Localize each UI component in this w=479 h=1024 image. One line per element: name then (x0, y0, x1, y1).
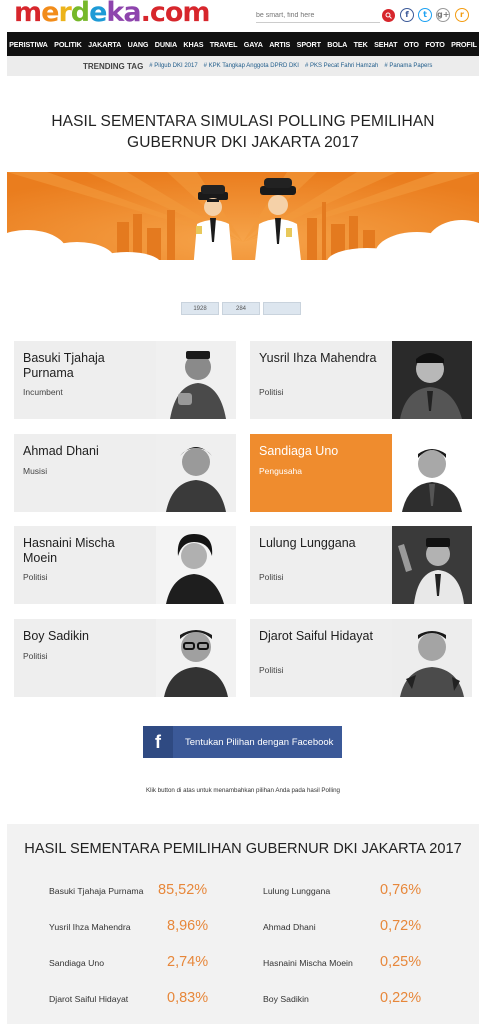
main-nav: PERISTIWA POLITIK JAKARTA UANG DUNIA KHA… (7, 32, 479, 56)
site-header: merdeka.com f t g+ r (0, 0, 479, 32)
result-percent: 0,72% (380, 918, 422, 934)
trending-tag[interactable]: # KPK Tangkap Anggota DPRD DKI (204, 63, 299, 69)
candidate-card-lulung[interactable]: Lulung Lunggana Politisi (250, 526, 472, 604)
googleplus-icon[interactable]: g+ (436, 8, 450, 22)
candidate-card-hasnaini[interactable]: Hasnaini Mischa Moein Politisi (14, 526, 236, 604)
candidate-card-ahmad-dhani[interactable]: Ahmad Dhani Musisi (14, 434, 236, 512)
candidate-role: Politisi (23, 572, 48, 582)
result-name: Lulung Lunggana (263, 886, 331, 896)
facebook-icon: f (143, 726, 173, 758)
logo-part-3: r (58, 0, 71, 28)
candidate-card-yusril[interactable]: Yusril Ihza Mahendra Politisi (250, 341, 472, 419)
logo-part-1: m (14, 0, 42, 28)
logo-part-6: ka (106, 0, 141, 28)
rss-icon[interactable]: r (455, 8, 469, 22)
facebook-icon[interactable]: f (400, 8, 414, 22)
result-name: Yusril Ihza Mahendra (49, 922, 131, 932)
facebook-vote-button[interactable]: f Tentukan Pilihan dengan Facebook (143, 726, 342, 758)
trending-tag[interactable]: # PKS Pecat Fahri Hamzah (305, 63, 378, 69)
nav-item-bola[interactable]: BOLA (324, 40, 350, 49)
logo-part-2: e (41, 0, 59, 28)
result-percent: 8,96% (167, 918, 209, 934)
result-name: Basuki Tjahaja Purnama (49, 886, 144, 896)
governor-illustration (7, 172, 479, 270)
trending-tag[interactable]: # Pilgub DKI 2017 (149, 63, 197, 69)
result-name: Sandiaga Uno (49, 958, 105, 968)
candidate-photo (392, 619, 472, 697)
results-panel: HASIL SEMENTARA PEMILIHAN GUBERNUR DKI J… (7, 824, 479, 1024)
candidate-name: Hasnaini Mischa Moein (23, 536, 115, 565)
candidate-photo (156, 341, 236, 419)
nav-item-khas[interactable]: KHAS (180, 40, 206, 49)
candidate-photo (392, 526, 472, 604)
logo-part-5: e (89, 0, 107, 28)
candidate-name: Basuki Tjahaja Purnama (23, 351, 105, 380)
nav-item-politik[interactable]: POLITIK (51, 40, 85, 49)
nav-item-dunia[interactable]: DUNIA (152, 40, 181, 49)
candidate-role: Politisi (259, 387, 284, 397)
result-percent: 85,52% (158, 882, 208, 898)
nav-item-tek[interactable]: TEK (350, 40, 370, 49)
candidate-card-sandiaga[interactable]: Sandiaga Uno Pengusaha (250, 434, 472, 512)
candidate-card-boy-sadikin[interactable]: Boy Sadikin Politisi (14, 619, 236, 697)
candidate-name: Yusril Ihza Mahendra (259, 351, 377, 365)
result-name: Boy Sadikin (263, 994, 309, 1004)
nav-item-jakarta[interactable]: JAKARTA (85, 40, 124, 49)
trending-bar: TRENDING TAG # Pilgub DKI 2017 # KPK Tan… (7, 56, 479, 76)
candidate-photo (156, 526, 236, 604)
vote-counter: 1928 (181, 302, 219, 315)
result-name: Djarot Saiful Hidayat (49, 994, 129, 1004)
search-icon (385, 12, 392, 19)
nav-item-artis[interactable]: ARTIS (266, 40, 293, 49)
nav-item-uang[interactable]: UANG (124, 40, 151, 49)
candidate-card-djarot[interactable]: Djarot Saiful Hidayat Politisi (250, 619, 472, 697)
candidate-photo (392, 434, 472, 512)
nav-item-travel[interactable]: TRAVEL (207, 40, 241, 49)
candidate-role: Politisi (259, 665, 284, 675)
twitter-icon[interactable]: t (418, 8, 432, 22)
results-title: HASIL SEMENTARA PEMILIHAN GUBERNUR DKI J… (24, 841, 462, 857)
candidate-card-basuki[interactable]: Basuki Tjahaja Purnama Incumbent (14, 341, 236, 419)
result-percent: 0,25% (380, 954, 422, 970)
candidate-photo (156, 619, 236, 697)
candidate-role: Musisi (23, 466, 48, 476)
nav-item-profil[interactable]: PROFIL (448, 40, 479, 49)
nav-item-sport[interactable]: SPORT (293, 40, 324, 49)
result-percent: 0,22% (380, 990, 422, 1006)
candidate-role: Incumbent (23, 387, 63, 397)
nav-item-gaya[interactable]: GAYA (241, 40, 266, 49)
candidate-role: Pengusaha (259, 466, 303, 476)
search-button[interactable] (382, 9, 395, 22)
candidate-name: Lulung Lunggana (259, 536, 356, 550)
search-input[interactable] (256, 9, 380, 23)
candidate-photo (156, 434, 236, 512)
trending-tag[interactable]: # Panama Papers (384, 63, 432, 69)
candidate-role: Politisi (23, 651, 48, 661)
facebook-vote-label: Tentukan Pilihan dengan Facebook (185, 736, 334, 748)
nav-item-oto[interactable]: OTO (401, 40, 423, 49)
candidate-name: Djarot Saiful Hidayat (259, 629, 373, 643)
nav-item-sehat[interactable]: SEHAT (371, 40, 401, 49)
result-percent: 0,83% (167, 990, 209, 1006)
banner-illustration (7, 172, 479, 270)
candidate-name: Ahmad Dhani (23, 444, 99, 458)
site-logo[interactable]: merdeka.com (14, 0, 211, 28)
page-title: HASIL SEMENTARA SIMULASI POLLING PEMILIH… (51, 113, 435, 151)
candidate-name: Sandiaga Uno (259, 444, 339, 458)
result-name: Ahmad Dhani (263, 922, 316, 932)
logo-part-7: .com (140, 0, 211, 28)
logo-part-4: d (70, 0, 90, 28)
result-percent: 0,76% (380, 882, 422, 898)
nav-item-peristiwa[interactable]: PERISTIWA (6, 40, 51, 49)
vote-counter: 284 (222, 302, 260, 315)
vote-counter (263, 302, 301, 315)
result-percent: 2,74% (167, 954, 209, 970)
candidate-role: Politisi (259, 572, 284, 582)
candidate-photo (392, 341, 472, 419)
result-name: Hasnaini Mischa Moein (263, 958, 353, 968)
candidate-name: Boy Sadikin (23, 629, 90, 643)
nav-item-foto[interactable]: FOTO (422, 40, 448, 49)
trending-label: TRENDING TAG (83, 61, 144, 71)
facebook-note: Klik button di atas untuk menambahkan pi… (145, 787, 340, 794)
